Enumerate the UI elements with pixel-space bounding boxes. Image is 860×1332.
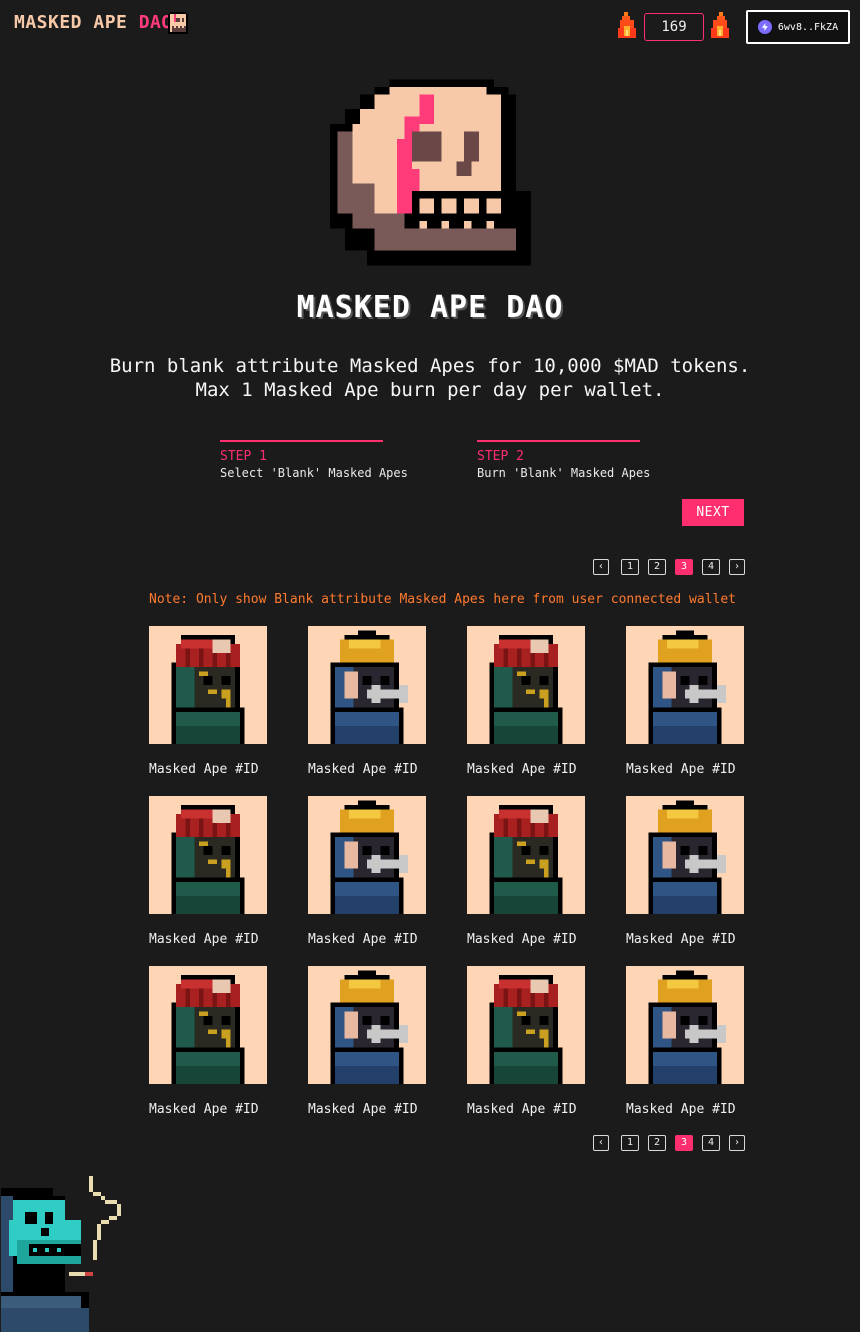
prev-page-button[interactable]: ‹: [593, 1135, 609, 1151]
step-2-progress-bar: [477, 440, 640, 442]
ape-image: [467, 966, 585, 1084]
next-page-button[interactable]: ›: [729, 559, 745, 575]
flame-icon: [618, 12, 636, 38]
ape-card-label: Masked Ape #ID: [149, 932, 259, 947]
step-1-description: Select 'Blank' Masked Apes: [220, 466, 408, 480]
ape-image: [467, 796, 585, 914]
skull-logo-icon: [330, 79, 531, 266]
ape-image: [149, 626, 267, 744]
top-bar: MASKED APE DAO 169 6wv8..FkZA: [0, 0, 860, 50]
ape-card[interactable]: Masked Ape #ID: [149, 966, 269, 1117]
page-button-3[interactable]: 3: [675, 1135, 693, 1151]
flame-icon: [711, 12, 729, 38]
pagination-bottom: ‹ 1 2 3 4 ›: [593, 1135, 745, 1151]
ape-card[interactable]: Masked Ape #ID: [626, 626, 746, 777]
page-button-1[interactable]: 1: [621, 1135, 639, 1151]
phantom-wallet-icon: [757, 20, 772, 34]
ape-card-label: Masked Ape #ID: [308, 932, 418, 947]
step-1[interactable]: STEP 1 Select 'Blank' Masked Apes: [220, 440, 408, 482]
ape-card-label: Masked Ape #ID: [467, 932, 577, 947]
ape-card-label: Masked Ape #ID: [626, 1102, 736, 1117]
ape-card[interactable]: Masked Ape #ID: [149, 796, 269, 947]
step-2-number: STEP 2: [477, 449, 524, 464]
ape-image: [149, 966, 267, 1084]
page-button-4[interactable]: 4: [702, 1135, 720, 1151]
ape-card[interactable]: Masked Ape #ID: [467, 796, 587, 947]
ape-image: [467, 626, 585, 744]
ape-card[interactable]: Masked Ape #ID: [308, 966, 428, 1117]
ape-image: [626, 626, 744, 744]
step-2-description: Burn 'Blank' Masked Apes: [477, 466, 651, 480]
subtitle-line-1: Burn blank attribute Masked Apes for 10,…: [109, 355, 751, 377]
wallet-note: Note: Only show Blank attribute Masked A…: [149, 592, 736, 607]
ape-card-label: Masked Ape #ID: [308, 762, 418, 777]
page-button-1[interactable]: 1: [621, 559, 639, 575]
step-1-progress-bar: [220, 440, 383, 442]
ape-card[interactable]: Masked Ape #ID: [467, 966, 587, 1117]
page-button-3[interactable]: 3: [675, 559, 693, 575]
ape-card[interactable]: Masked Ape #ID: [467, 626, 587, 777]
ape-card[interactable]: Masked Ape #ID: [308, 626, 428, 777]
page-title: MASKED APE DAO: [296, 290, 564, 325]
ape-image: [626, 966, 744, 1084]
wallet-address: 6wv8..FkZA: [777, 21, 839, 33]
next-page-button[interactable]: ›: [729, 1135, 745, 1151]
step-2[interactable]: STEP 2 Burn 'Blank' Masked Apes: [477, 440, 651, 482]
pagination-top: ‹ 1 2 3 4 ›: [593, 559, 745, 575]
ape-image: [626, 796, 744, 914]
subtitle-line-2: Max 1 Masked Ape burn per day per wallet…: [195, 379, 665, 401]
page-button-2[interactable]: 2: [648, 559, 666, 575]
site-logo[interactable]: MASKED APE DAO: [14, 12, 173, 33]
prev-page-button[interactable]: ‹: [593, 559, 609, 575]
ape-card-label: Masked Ape #ID: [626, 762, 736, 777]
ape-card[interactable]: Masked Ape #ID: [308, 796, 428, 947]
ape-card-label: Masked Ape #ID: [149, 1102, 259, 1117]
page-subtitle: Burn blank attribute Masked Apes for 10,…: [0, 354, 860, 402]
ape-card[interactable]: Masked Ape #ID: [626, 966, 746, 1117]
ape-image: [308, 966, 426, 1084]
page-button-4[interactable]: 4: [702, 559, 720, 575]
ape-card-label: Masked Ape #ID: [626, 932, 736, 947]
ape-card-label: Masked Ape #ID: [467, 762, 577, 777]
ape-card[interactable]: Masked Ape #ID: [149, 626, 269, 777]
smoking-skull-mascot-icon: [1, 1176, 121, 1332]
ape-card-label: Masked Ape #ID: [149, 762, 259, 777]
step-1-number: STEP 1: [220, 449, 267, 464]
ape-image: [308, 796, 426, 914]
logo-main-text: MASKED APE: [14, 12, 139, 33]
ape-card-label: Masked Ape #ID: [467, 1102, 577, 1117]
ape-card[interactable]: Masked Ape #ID: [626, 796, 746, 947]
ape-head-icon: [168, 12, 188, 34]
ape-image: [308, 626, 426, 744]
burn-counter: 169: [644, 13, 704, 41]
ape-card-label: Masked Ape #ID: [308, 1102, 418, 1117]
ape-image: [149, 796, 267, 914]
next-button[interactable]: NEXT: [682, 499, 744, 526]
page-button-2[interactable]: 2: [648, 1135, 666, 1151]
wallet-button[interactable]: 6wv8..FkZA: [746, 10, 850, 44]
